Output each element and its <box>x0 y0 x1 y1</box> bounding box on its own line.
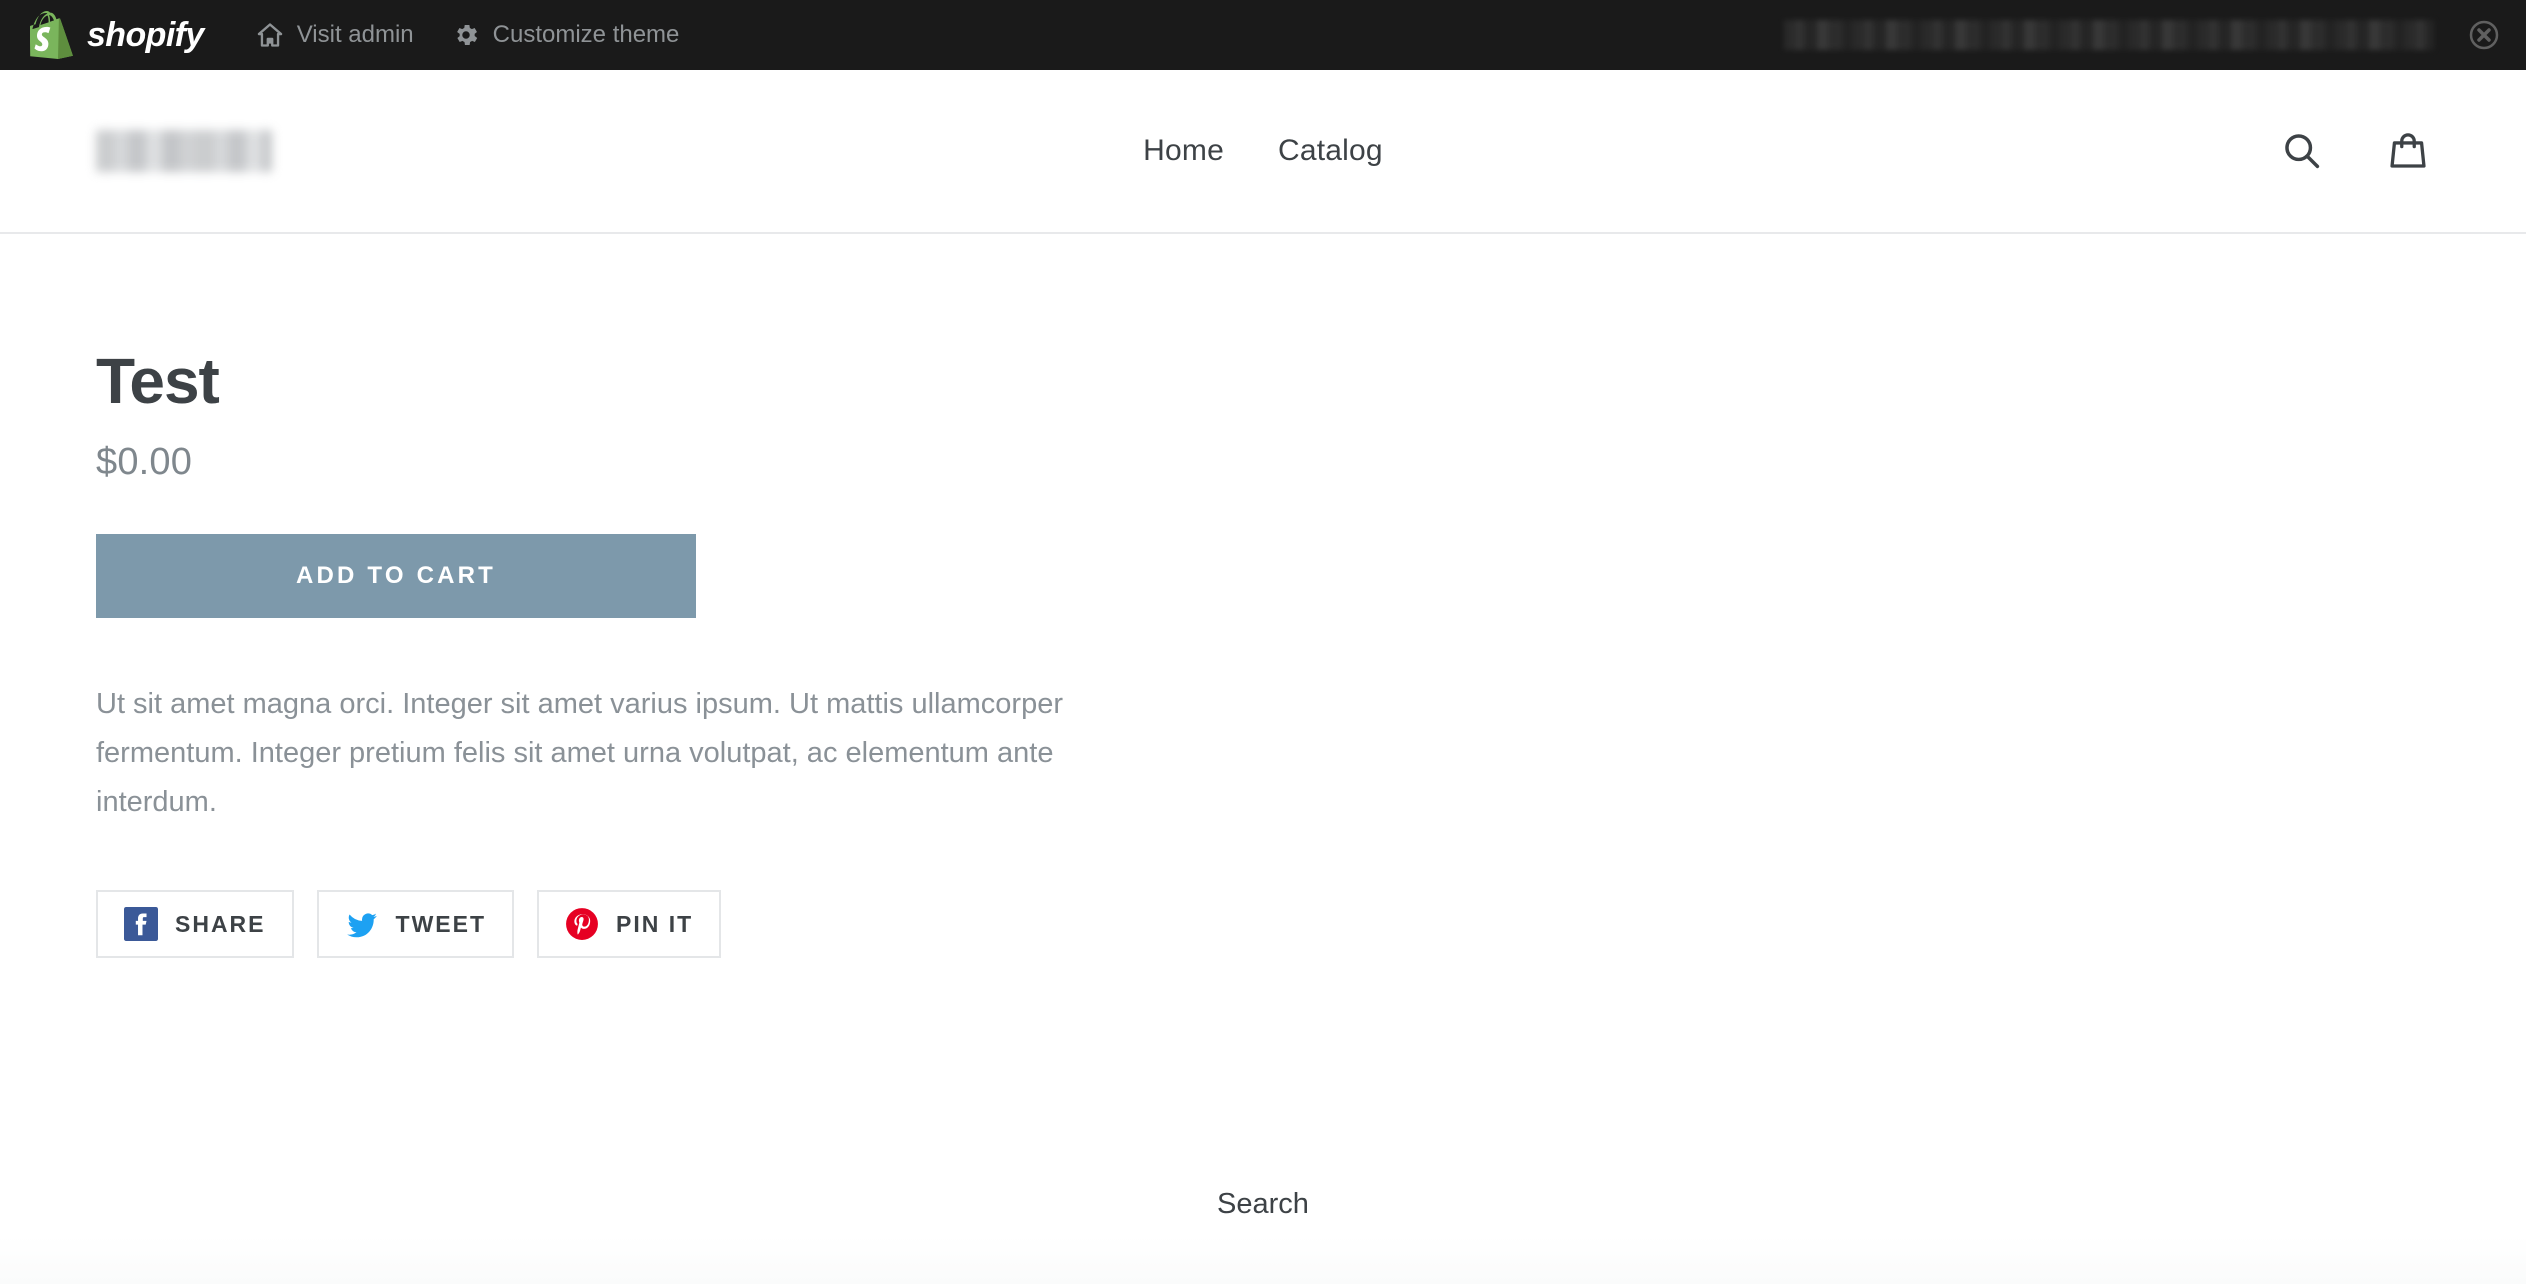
site-header: Home Catalog <box>0 70 2526 234</box>
share-facebook-label: SHARE <box>175 910 266 937</box>
footer-link-search[interactable]: Search <box>1217 1188 1309 1221</box>
product-section: Test $0.00 ADD TO CART Ut sit amet magna… <box>96 234 1196 959</box>
twitter-icon <box>345 907 379 941</box>
share-twitter-button[interactable]: TWEET <box>316 890 515 959</box>
footer-fade <box>0 1236 2526 1284</box>
product-price: $0.00 <box>96 441 193 484</box>
customize-theme-link[interactable]: Customize theme <box>452 21 680 49</box>
header-icon-group <box>2280 129 2430 173</box>
visit-admin-label: Visit admin <box>296 21 414 48</box>
cart-icon[interactable] <box>2386 129 2430 173</box>
site-footer: Search <box>0 1168 2526 1284</box>
share-pinterest-button[interactable]: PIN IT <box>537 890 722 959</box>
close-icon[interactable] <box>2468 19 2500 51</box>
share-twitter-label: TWEET <box>395 910 487 937</box>
share-facebook-button[interactable]: SHARE <box>96 890 294 959</box>
social-share-row: SHARE TWEET PIN IT <box>96 890 1196 959</box>
preview-bar-redacted-text <box>1784 20 2434 50</box>
nav-link-catalog[interactable]: Catalog <box>1278 134 1383 168</box>
product-title: Test <box>96 345 220 417</box>
shopify-wordmark: shopify <box>87 16 204 54</box>
add-to-cart-button[interactable]: ADD TO CART <box>96 534 696 619</box>
share-pinterest-label: PIN IT <box>616 910 694 937</box>
facebook-icon <box>124 907 158 942</box>
search-icon[interactable] <box>2280 129 2324 173</box>
home-icon <box>256 21 284 49</box>
nav-link-home[interactable]: Home <box>1143 134 1224 168</box>
product-description: Ut sit amet magna orci. Integer sit amet… <box>96 688 1063 818</box>
gear-icon <box>452 21 480 49</box>
shopify-bag-logo <box>30 11 74 59</box>
shopify-logo[interactable]: shopify <box>30 11 204 59</box>
pinterest-icon <box>565 907 599 941</box>
main-navigation: Home Catalog <box>0 134 2526 168</box>
visit-admin-link[interactable]: Visit admin <box>256 21 414 49</box>
customize-theme-label: Customize theme <box>492 21 680 48</box>
store-logo[interactable] <box>96 130 272 172</box>
page-content: Test $0.00 ADD TO CART Ut sit amet magna… <box>0 234 2526 959</box>
shopify-preview-bar: shopify Visit admin Customize theme <box>0 0 2526 70</box>
